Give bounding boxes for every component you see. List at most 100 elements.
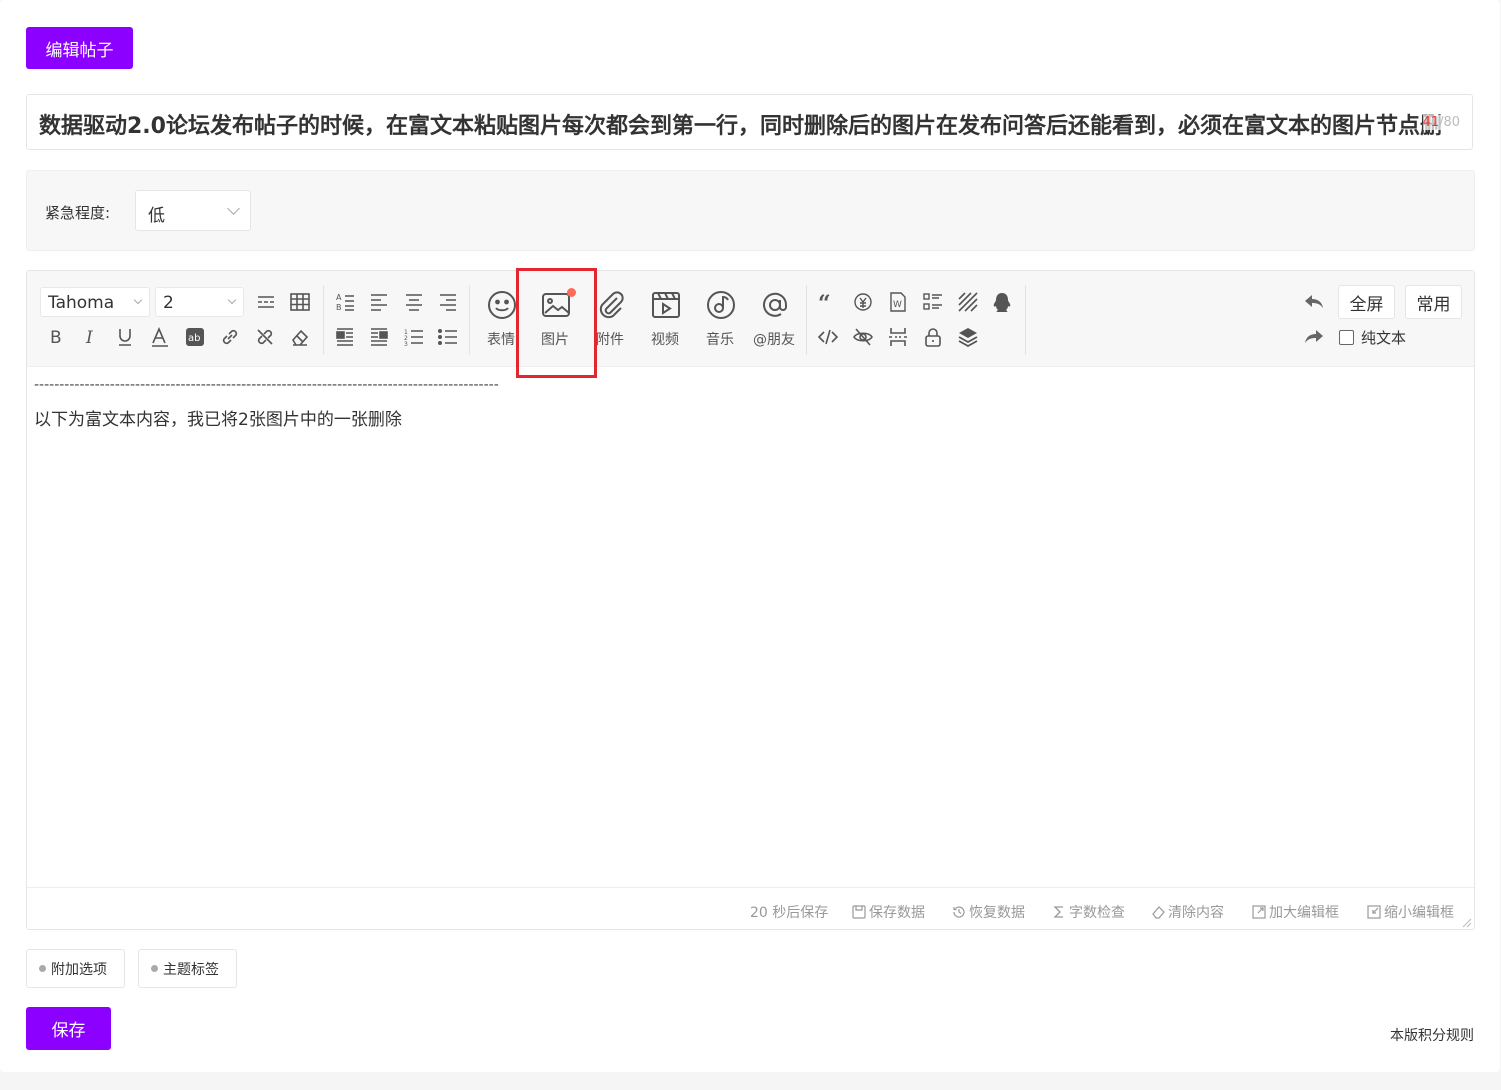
expand-icon	[1252, 905, 1266, 919]
history-icon	[953, 906, 965, 918]
image-button-highlight	[516, 268, 597, 378]
list-grid-icon[interactable]	[920, 289, 946, 315]
content-divider-line: ----------------------------------------…	[34, 377, 499, 393]
toolbar-separator	[1025, 285, 1026, 355]
video-icon	[652, 292, 680, 318]
video-button[interactable]: 视频	[639, 289, 691, 351]
svg-text:3: 3	[404, 341, 408, 348]
eraser-icon	[1152, 906, 1165, 919]
font-size-value: 2	[163, 293, 174, 313]
editor-content[interactable]: ----------------------------------------…	[34, 377, 587, 430]
svg-text:A: A	[336, 293, 342, 302]
rich-text-editor: Tahoma 2 B I ab AB 123 表情 图片 附件 视频 音乐 @朋…	[26, 268, 1475, 930]
align-left-icon[interactable]	[366, 289, 392, 315]
redo-icon[interactable]	[1301, 324, 1327, 350]
smiley-icon	[488, 291, 516, 319]
at-icon	[763, 292, 788, 317]
code-icon[interactable]	[815, 324, 841, 350]
align-right-icon[interactable]	[435, 289, 461, 315]
fullscreen-button[interactable]: 全屏	[1338, 285, 1395, 319]
topic-tags-label: 主题标签	[163, 961, 219, 978]
svg-text:ab: ab	[188, 333, 200, 344]
shrink-icon	[1367, 905, 1381, 919]
edit-post-button[interactable]: 编辑帖子	[26, 27, 133, 69]
ordered-list-icon[interactable]: 123	[401, 324, 427, 350]
unordered-list-icon[interactable]	[435, 324, 461, 350]
horizontal-rule-icon[interactable]	[253, 289, 279, 315]
enlarge-editor-button[interactable]: 加大编辑框	[1252, 902, 1339, 922]
sigma-icon	[1053, 906, 1063, 918]
sort-icon[interactable]: AB	[332, 289, 358, 315]
urgency-panel: 紧急程度: 低	[26, 170, 1475, 251]
urgency-label: 紧急程度:	[45, 204, 111, 222]
font-family-select[interactable]: Tahoma	[40, 287, 150, 317]
currency-icon[interactable]	[850, 289, 876, 315]
content-text: 以下为富文本内容，我已将2张图片中的一张删除	[34, 410, 402, 430]
qq-icon[interactable]	[989, 289, 1015, 315]
lock-icon[interactable]	[920, 324, 946, 350]
table-icon[interactable]	[287, 289, 313, 315]
paperclip-icon	[599, 291, 624, 319]
font-family-value: Tahoma	[48, 293, 115, 313]
link-icon[interactable]	[217, 324, 243, 350]
clear-content-button[interactable]: 清除内容	[1151, 902, 1224, 922]
mention-label: @朋友	[753, 332, 795, 348]
font-size-select[interactable]: 2	[155, 287, 244, 317]
toolbar-separator	[806, 285, 807, 355]
toolbar-separator	[323, 285, 324, 355]
topic-tags-button[interactable]: 主题标签	[138, 949, 237, 988]
float-right-icon[interactable]	[366, 324, 392, 350]
align-center-icon[interactable]	[401, 289, 427, 315]
undo-icon[interactable]	[1301, 289, 1327, 315]
editor-toolbar: Tahoma 2 B I ab AB 123 表情 图片 附件 视频 音乐 @朋…	[27, 268, 1474, 378]
extra-options-button[interactable]: 附加选项	[26, 949, 125, 988]
music-label: 音乐	[706, 332, 734, 348]
font-color-icon[interactable]	[147, 324, 173, 350]
page: 编辑帖子 数据驱动2.0论坛发布帖子的时候，在富文本粘贴图片每次都会到第一行，同…	[0, 0, 1500, 1072]
title-text: 数据驱动2.0论坛发布帖子的时候，在富文本粘贴图片每次都会到第一行，同时删除后的…	[39, 114, 1442, 139]
music-button[interactable]: 音乐	[694, 289, 746, 351]
video-label: 视频	[651, 332, 679, 348]
urgency-select[interactable]: 低	[135, 190, 251, 231]
restore-data-button[interactable]: 恢复数据	[952, 902, 1025, 922]
title-input[interactable]: 数据驱动2.0论坛发布帖子的时候，在富文本粘贴图片每次都会到第一行，同时删除后的…	[26, 94, 1473, 150]
plaintext-label: 纯文本	[1361, 329, 1407, 347]
points-rules-link[interactable]: 本版积分规则	[1390, 1025, 1474, 1045]
eraser-icon[interactable]	[287, 324, 313, 350]
italic-icon[interactable]: I	[78, 324, 104, 350]
svg-text:W: W	[893, 300, 902, 310]
background-color-icon[interactable]: ab	[182, 324, 208, 350]
resize-handle-icon[interactable]	[1460, 916, 1472, 928]
float-left-icon[interactable]	[332, 324, 358, 350]
word-check-button[interactable]: 字数检查	[1052, 902, 1125, 922]
chevron-down-icon	[227, 202, 240, 215]
save-icon	[852, 905, 866, 919]
chevron-down-icon	[227, 295, 237, 305]
layers-icon[interactable]	[955, 324, 981, 350]
shrink-editor-button[interactable]: 缩小编辑框	[1367, 902, 1454, 922]
svg-text:I: I	[85, 328, 93, 348]
bold-icon[interactable]: B	[43, 324, 69, 350]
dot-icon	[151, 965, 158, 972]
dot-icon	[39, 965, 46, 972]
word-doc-icon[interactable]: W	[885, 289, 911, 315]
toolbar-separator	[469, 285, 470, 355]
editor-statusbar: 20 秒后保存 保存数据 恢复数据 字数检查 清除内容 加大编辑框 缩小编辑框	[27, 887, 1474, 930]
quote-icon[interactable]: “	[815, 289, 841, 315]
common-button[interactable]: 常用	[1405, 285, 1462, 319]
svg-text:B: B	[50, 328, 62, 348]
save-data-button[interactable]: 保存数据	[852, 902, 925, 922]
svg-text:B: B	[336, 303, 342, 312]
hide-content-icon[interactable]	[850, 324, 876, 350]
plaintext-checkbox[interactable]	[1339, 330, 1354, 345]
mention-friend-button[interactable]: @朋友	[748, 289, 800, 351]
hatch-pattern-icon[interactable]	[955, 289, 981, 315]
page-break-icon[interactable]	[885, 324, 911, 350]
underline-icon[interactable]	[112, 324, 138, 350]
autosave-status: 20 秒后保存	[750, 905, 829, 921]
save-button[interactable]: 保存	[26, 1007, 111, 1050]
svg-text:“: “	[818, 291, 831, 313]
unlink-icon[interactable]	[252, 324, 278, 350]
chevron-down-icon	[133, 295, 143, 305]
extra-options-label: 附加选项	[51, 961, 107, 978]
